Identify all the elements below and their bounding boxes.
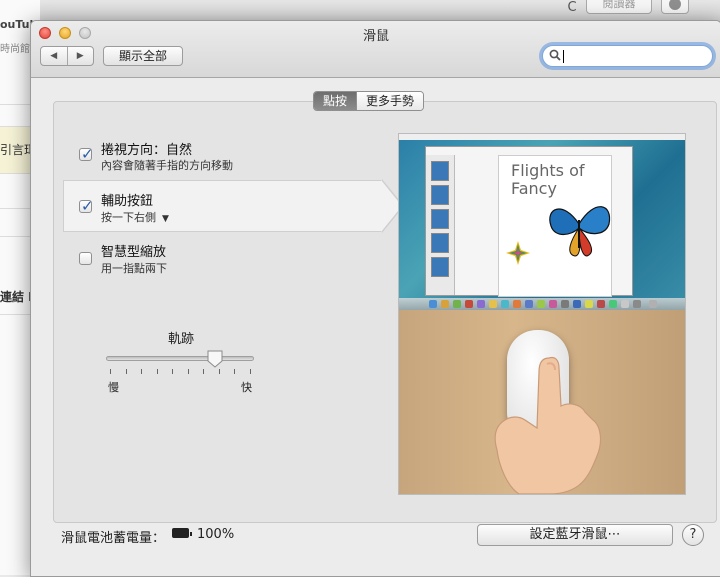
smart-zoom-checkbox[interactable]: [79, 252, 92, 265]
dock-icon: [561, 300, 569, 308]
dock-icon: [501, 300, 509, 308]
title-bar: 滑鼠 ◀ ▶ 顯示全部: [31, 21, 720, 78]
preview-document: Flights of Fancy: [498, 155, 612, 297]
document-title-line-1: Flights of: [511, 161, 585, 180]
dock-icon: [525, 300, 533, 308]
scroll-direction-checkbox[interactable]: ✓: [79, 145, 94, 163]
show-all-button[interactable]: 顯示全部: [103, 46, 183, 66]
option-title: 輔助按鈕: [101, 194, 154, 209]
page-thumbnail: [431, 209, 449, 229]
dock-icon: [477, 300, 485, 308]
slider-tick: [234, 369, 235, 374]
preview-screen: Flights of Fancy: [399, 134, 685, 310]
battery-level-value: 100%: [197, 527, 235, 542]
battery-level-label: 滑鼠電池蓄電量：: [61, 531, 166, 546]
slider-max-label: 快: [241, 381, 252, 394]
slider-tick: [141, 369, 142, 374]
search-field[interactable]: [542, 45, 713, 67]
page-thumbnail: [431, 233, 449, 253]
slider-tick: [126, 369, 127, 374]
slider-tick: [157, 369, 158, 374]
tracking-speed-label: 軌跡: [167, 332, 194, 347]
setup-bluetooth-mouse-button[interactable]: 設定藍牙滑鼠⋯: [477, 524, 673, 546]
reader-button[interactable]: 閱讀器: [586, 0, 652, 14]
checkmark-icon: ✓: [81, 197, 94, 215]
page-text-fashion[interactable]: 時尚館: [0, 40, 30, 55]
dock-icon: [537, 300, 545, 308]
tab-point-click[interactable]: 點按: [314, 92, 357, 110]
dock-icon: [573, 300, 581, 308]
dock-icon: [429, 300, 437, 308]
slider-min-label: 慢: [108, 381, 119, 394]
slider-ticks: [110, 369, 251, 375]
navigation-segment: ◀ ▶: [40, 46, 94, 66]
preview-pages-app: Flights of Fancy: [425, 146, 633, 297]
gesture-preview-video: Flights of Fancy: [398, 133, 686, 495]
hand-illustration: [494, 356, 602, 494]
slider-tick: [203, 369, 204, 374]
dock-icon: [621, 300, 629, 308]
dock-icon: [489, 300, 497, 308]
trash-icon: [649, 300, 657, 308]
slider-tick: [219, 369, 220, 374]
slider-tick: [250, 369, 251, 374]
page-thumbnail: [431, 161, 449, 181]
tab-more-gestures[interactable]: 更多手勢: [356, 92, 424, 110]
preview-menubar: [399, 134, 685, 140]
dock-icon: [597, 300, 605, 308]
slider-thumb[interactable]: [207, 350, 223, 368]
download-button[interactable]: [661, 0, 689, 14]
tracking-speed-slider[interactable]: [106, 356, 254, 361]
dock-icon: [465, 300, 473, 308]
option-subtitle: 內容會隨著手指的方向移動: [101, 159, 233, 172]
mouse-preferences-window: 滑鼠 ◀ ▶ 顯示全部 點按 更多手勢 ✓ 捲視方向：自然 內容會隨著手指的方向…: [30, 20, 720, 577]
checkmark-icon: ✓: [81, 145, 94, 163]
window-title: 滑鼠: [362, 29, 389, 44]
reload-icon[interactable]: C: [560, 0, 584, 15]
back-button[interactable]: ◀: [41, 47, 68, 65]
slider-tick: [172, 369, 173, 374]
forward-button[interactable]: ▶: [68, 47, 94, 65]
option-title: 捲視方向：自然: [101, 143, 193, 158]
option-subtitle: 用一指點兩下: [101, 262, 167, 275]
dock-icon: [633, 300, 641, 308]
page-thumbnail: [431, 185, 449, 205]
dock-icon: [549, 300, 557, 308]
butterfly-illustration: [549, 206, 611, 257]
download-icon: [669, 0, 681, 10]
secondary-click-dropdown[interactable]: 按一下右側 ▼: [101, 209, 169, 225]
slider-tick: [188, 369, 189, 374]
tab-bar: 點按 更多手勢: [313, 91, 425, 111]
page-text-link[interactable]: 連結 I: [0, 288, 33, 305]
help-button[interactable]: ?: [682, 524, 704, 546]
battery-icon: [172, 528, 192, 538]
dock-icon: [585, 300, 593, 308]
page-thumbnail: [431, 257, 449, 277]
text-cursor: [563, 50, 564, 63]
preview-page-thumbnails: [426, 155, 455, 295]
dock-icon: [441, 300, 449, 308]
slider-tick: [110, 369, 111, 374]
secondary-click-checkbox[interactable]: ✓: [79, 197, 94, 215]
option-title: 智慧型縮放: [101, 245, 167, 260]
search-icon: [549, 49, 561, 64]
option-subtitle: 按一下右側: [101, 211, 156, 224]
color-wheel-illustration: [506, 241, 530, 265]
dock-icon: [609, 300, 617, 308]
dock-icon: [513, 300, 521, 308]
chevron-down-icon: ▼: [162, 214, 169, 224]
dock-icon: [453, 300, 461, 308]
